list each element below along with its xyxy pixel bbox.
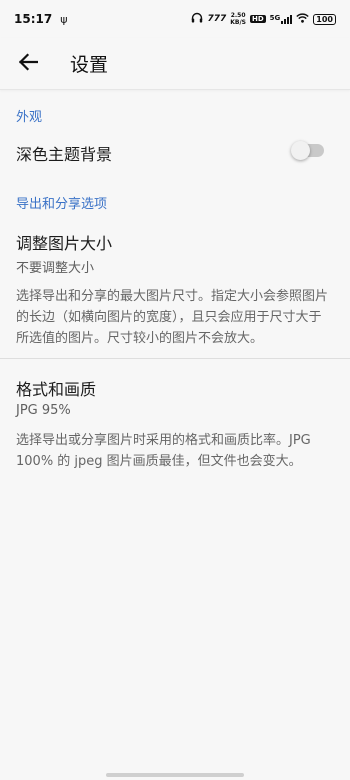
section-header-appearance: 外观 (16, 110, 43, 125)
toggle-knob (291, 141, 310, 160)
resize-image-description: 选择导出和分享的最大图片尺寸。指定大小会参照图片的长边（如横向图片的宽度），且只… (16, 289, 329, 346)
headphones-icon (191, 12, 203, 26)
arrow-left-icon (18, 52, 39, 75)
carrier-icon: 777 (207, 14, 227, 24)
resize-image-title: 调整图片大小 (16, 234, 113, 253)
divider (0, 358, 350, 359)
resize-image-row[interactable]: 调整图片大小 不要调整大小 (0, 216, 350, 276)
status-time: 15:17 (14, 12, 53, 26)
section-header-export: 导出和分享选项 (16, 197, 108, 212)
signal-icon: 5G (270, 14, 293, 24)
battery-icon: 100 (313, 13, 336, 25)
format-quality-description: 选择导出或分享图片时采用的格式和画质比率。JPG 100% 的 jpeg 图片画… (16, 433, 311, 469)
home-indicator[interactable] (106, 773, 244, 777)
status-bar: 15:17 ψ 777 2.50 KB/S HD 5G 100 (0, 0, 350, 38)
dark-theme-row[interactable]: 深色主题背景 (0, 128, 350, 174)
format-quality-title: 格式和画质 (16, 380, 97, 399)
format-quality-value: JPG 95% (16, 403, 71, 418)
usb-icon: ψ (60, 12, 68, 26)
back-button[interactable] (0, 38, 56, 90)
dark-theme-toggle[interactable] (291, 141, 324, 160)
hd-badge: HD (250, 15, 266, 23)
page-title: 设置 (70, 54, 109, 76)
app-bar: 设置 (0, 38, 350, 90)
network-speed: 2.50 KB/S (230, 12, 246, 26)
dark-theme-label: 深色主题背景 (16, 145, 113, 164)
wifi-icon (296, 12, 309, 26)
resize-image-value: 不要调整大小 (16, 261, 95, 276)
format-quality-row[interactable]: 格式和画质 JPG 95% (0, 362, 350, 418)
